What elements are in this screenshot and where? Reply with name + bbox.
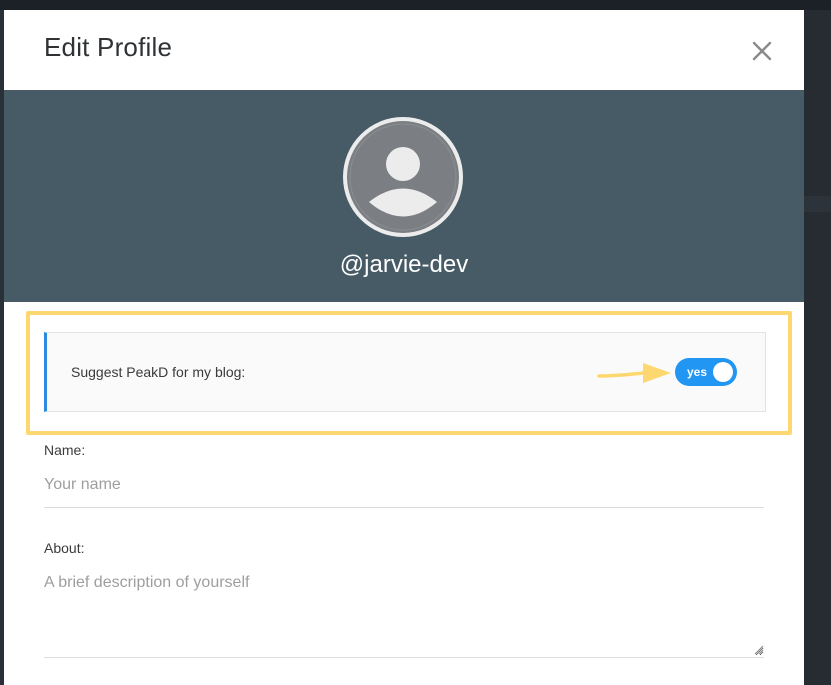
- about-underline: [44, 657, 764, 658]
- profile-username: @jarvie-dev: [339, 251, 469, 278]
- arrow-right-icon: [597, 363, 671, 383]
- backdrop-stripe: [804, 196, 831, 212]
- suggest-peakd-panel: Suggest PeakD for my blog: yes: [44, 332, 766, 412]
- suggest-peakd-toggle[interactable]: yes: [675, 358, 737, 386]
- backdrop-right: [804, 10, 831, 685]
- edit-profile-modal: Edit Profile @jarvie-dev Suggest PeakD f…: [4, 10, 804, 685]
- about-textarea[interactable]: [44, 572, 764, 656]
- default-avatar-icon[interactable]: [341, 115, 465, 239]
- modal-title: Edit Profile: [44, 32, 173, 62]
- resize-handle-icon[interactable]: [754, 645, 764, 655]
- name-input[interactable]: [44, 474, 764, 496]
- about-label: About:: [44, 540, 85, 556]
- backdrop-top: [0, 0, 831, 10]
- name-underline: [44, 507, 764, 508]
- profile-cover: @jarvie-dev: [4, 90, 804, 302]
- name-label: Name:: [44, 442, 86, 458]
- toggle-knob: [713, 362, 733, 382]
- modal-header: Edit Profile: [4, 10, 804, 90]
- close-icon[interactable]: [750, 39, 774, 63]
- toggle-label: yes: [687, 365, 708, 379]
- suggest-peakd-label: Suggest PeakD for my blog:: [71, 364, 246, 380]
